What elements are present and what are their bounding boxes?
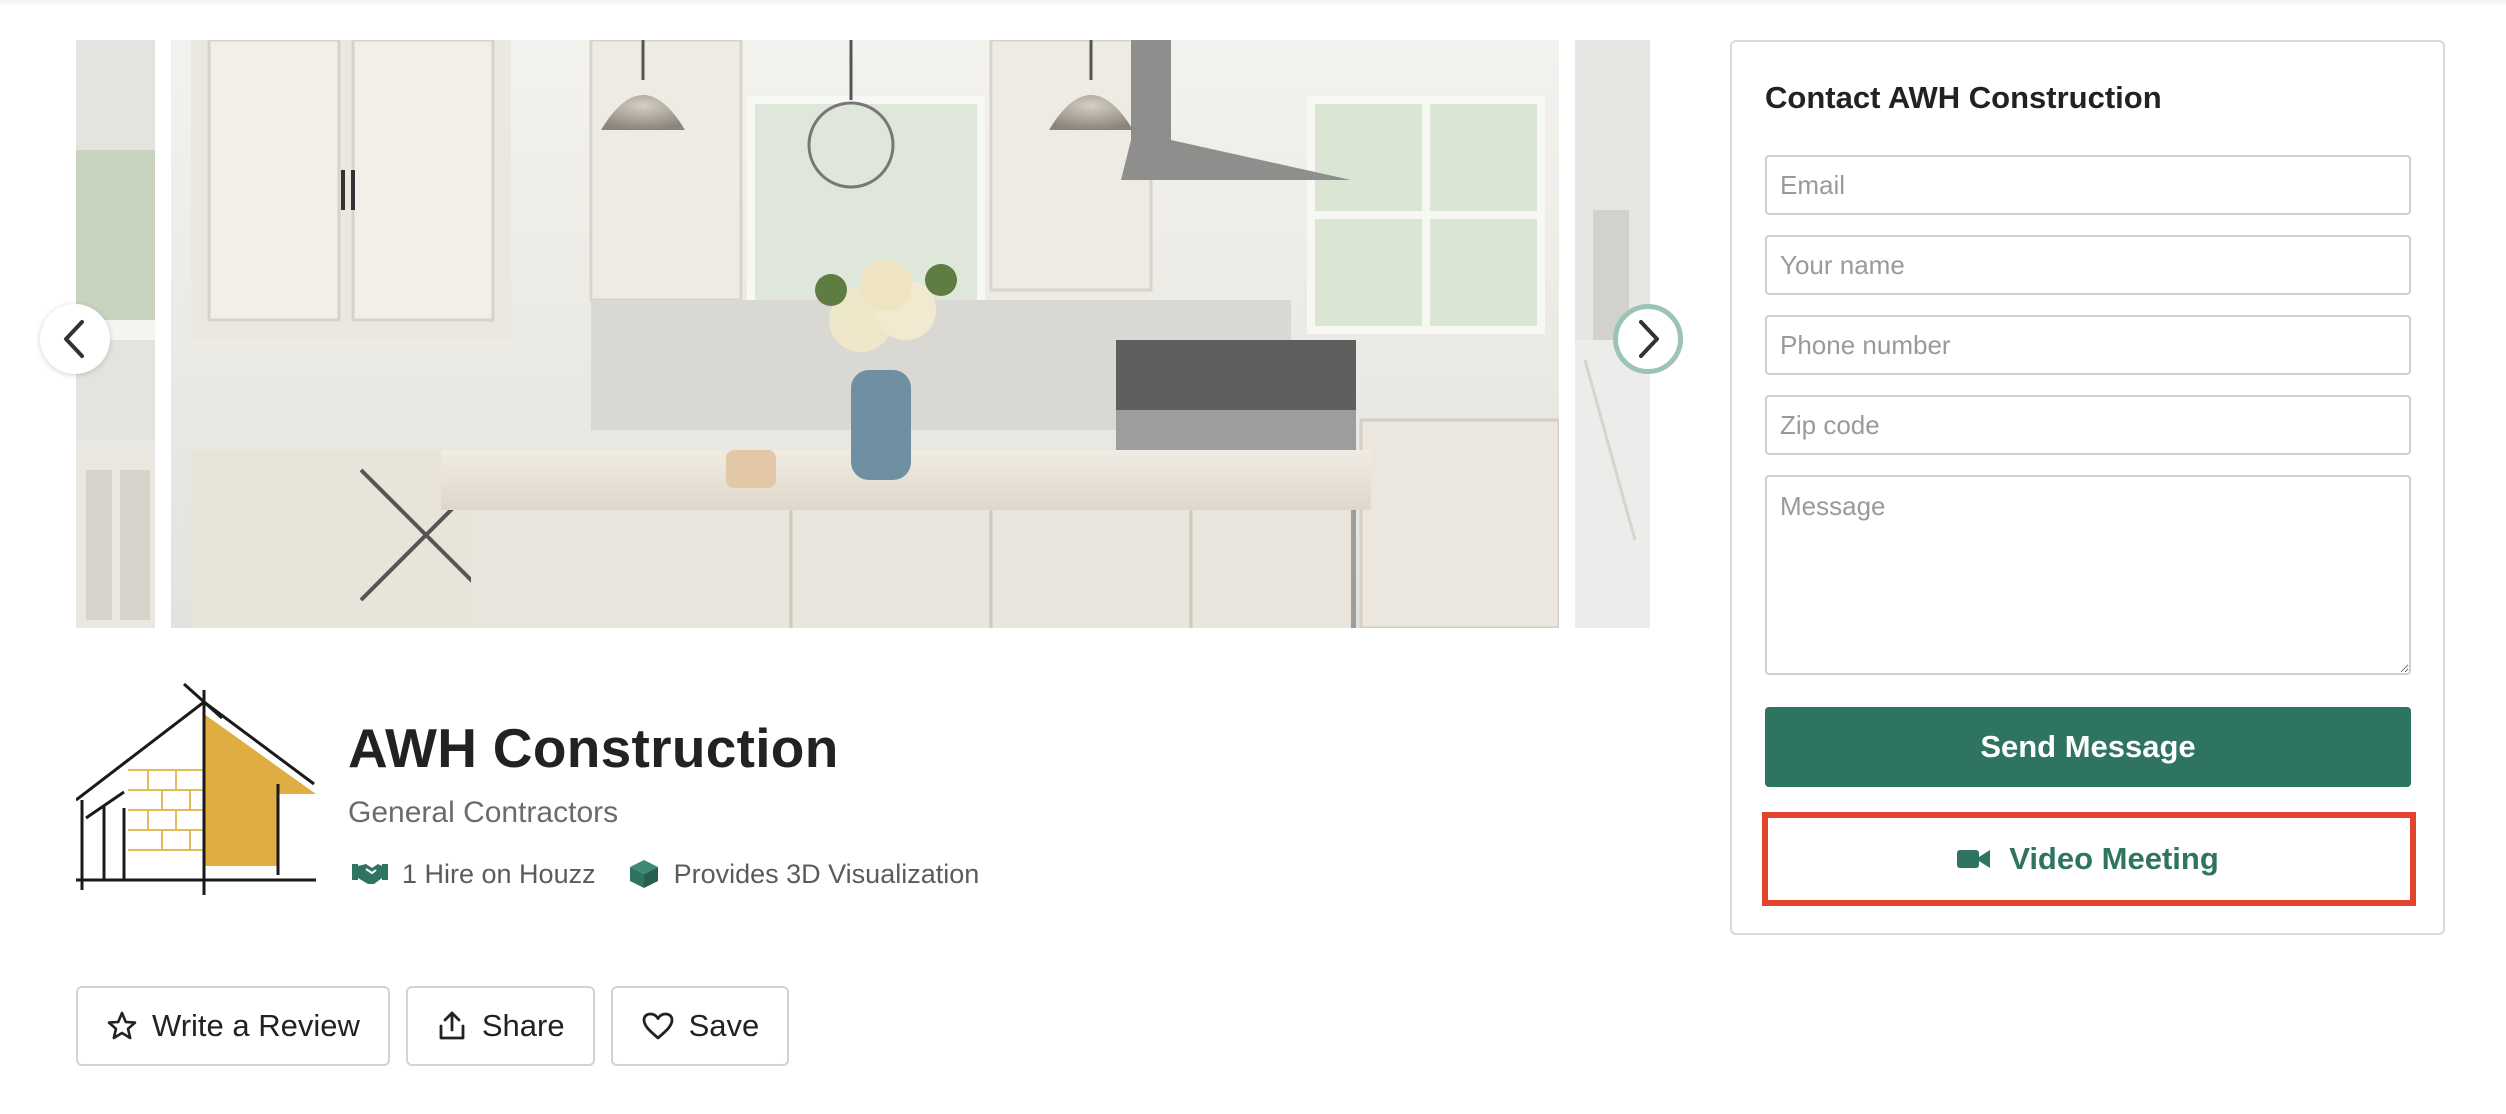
- profile-actions: Write a Review Share Save: [76, 986, 805, 1066]
- gallery-prev-button[interactable]: [40, 304, 110, 374]
- business-category: General Contractors: [348, 796, 619, 829]
- business-logo: [75, 680, 316, 895]
- name-field[interactable]: [1765, 235, 2411, 295]
- header-shadow: [0, 0, 2506, 6]
- message-field[interactable]: [1765, 475, 2411, 675]
- chevron-left-icon: [64, 320, 84, 358]
- business-name: AWH Construction: [348, 717, 839, 779]
- video-camera-icon: [1957, 850, 1991, 868]
- save-label: Save: [688, 1008, 760, 1043]
- business-badges: 1 Hire on Houzz Provides 3D Visualizatio…: [352, 858, 1011, 890]
- video-meeting-button[interactable]: Video Meeting: [1765, 816, 2411, 902]
- video-meeting-label: Video Meeting: [2009, 841, 2219, 876]
- contact-title: Contact AWH Construction: [1765, 80, 2162, 115]
- write-review-button[interactable]: Write a Review: [76, 986, 390, 1066]
- write-review-label: Write a Review: [152, 1008, 360, 1043]
- heart-icon: [642, 1012, 674, 1040]
- send-message-button[interactable]: Send Message: [1765, 707, 2411, 787]
- cube-icon: [629, 860, 658, 888]
- share-icon: [439, 1011, 465, 1040]
- email-field[interactable]: [1765, 155, 2411, 215]
- gallery-next-button[interactable]: [1613, 304, 1683, 374]
- share-label: Share: [481, 1008, 565, 1043]
- photo-gallery: [76, 40, 1650, 628]
- badge-hires: 1 Hire on Houzz: [352, 859, 596, 890]
- badge-3d-label: Provides 3D Visualization: [673, 858, 980, 889]
- badge-3d-visualization: Provides 3D Visualization: [628, 858, 980, 890]
- zip-code-field[interactable]: [1765, 395, 2411, 455]
- contact-form-card: Contact AWH Construction Send Message Vi…: [1730, 40, 2445, 935]
- phone-field[interactable]: [1765, 315, 2411, 375]
- gallery-photo-kitchen[interactable]: [171, 40, 1559, 628]
- save-button[interactable]: Save: [610, 986, 790, 1066]
- share-button[interactable]: Share: [405, 986, 595, 1066]
- handshake-icon: [352, 864, 388, 884]
- star-icon: [107, 1011, 137, 1040]
- chevron-right-icon: [1639, 320, 1659, 358]
- badge-hires-label: 1 Hire on Houzz: [402, 858, 596, 889]
